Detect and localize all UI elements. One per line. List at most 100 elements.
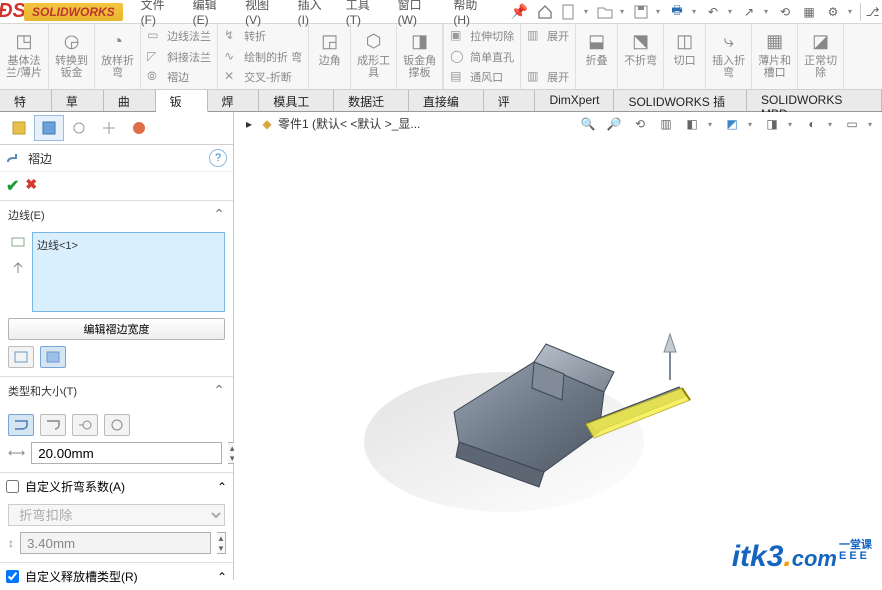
cmd-hem[interactable]: ⦾褶边 [147, 67, 189, 87]
cmd-normalcut[interactable]: ◪正常切 除 [798, 24, 844, 89]
tab-feature[interactable]: 特征 [0, 90, 52, 111]
reverse-icon[interactable] [8, 258, 28, 278]
cmd-edgeflange[interactable]: ▭边线法兰 [147, 26, 211, 46]
print-icon[interactable]: 🖶 [668, 3, 686, 21]
chevron-up-icon[interactable]: ⌃ [213, 382, 225, 399]
fm-tab-feature[interactable] [4, 115, 34, 141]
feature-tabbar [0, 112, 233, 145]
cmd-unfoldgrp: ▥展开 ▥展开 [521, 24, 576, 89]
bend-dim-icon: ↕ [8, 536, 14, 550]
cmd-convert[interactable]: ◶转换到 钣金 [49, 24, 95, 89]
options-doc-icon[interactable]: ▦ [800, 3, 818, 21]
cmd-sheetgusset[interactable]: ◨钣金角 撑板 [397, 24, 443, 89]
hemtype-open[interactable] [40, 414, 66, 436]
cmd-flanges: ▭边线法兰 ◸斜接法兰 ⦾褶边 [141, 24, 218, 89]
tab-sketch[interactable]: 草图 [52, 90, 104, 111]
cmd-fold[interactable]: ⬓折叠 [576, 24, 618, 89]
hemtype-teardrop[interactable] [72, 414, 98, 436]
material-inside-toggle[interactable] [8, 346, 34, 368]
menu-tool[interactable]: 工具(T) [346, 0, 384, 27]
app-brand: SOLIDWORKS [24, 3, 123, 21]
cmd-nofold[interactable]: ⬔不折弯 [618, 24, 664, 89]
fm-tab-config[interactable] [64, 115, 94, 141]
graphics-viewport[interactable]: ▸ ◆ 零件1 (默认< <默认 >_显... 🔍 🔎 ⟲ ▥ ◧▾ ◩▾ ◨▾… [234, 112, 882, 580]
chevron-up-icon[interactable]: ⌃ [217, 480, 227, 494]
pm-feature-name: 褶边 [28, 150, 203, 167]
tab-moldtool[interactable]: 模具工具 [259, 90, 334, 111]
model-render [234, 112, 882, 580]
pin-icon[interactable]: 📌 [511, 3, 528, 20]
cmd-ventilate[interactable]: ▤通风口 [450, 67, 503, 87]
cmd-baseflange[interactable]: ◳基体法 兰/薄片 [0, 24, 49, 89]
logo-mark: ƉS [0, 2, 24, 22]
fm-tab-appearance[interactable] [124, 115, 154, 141]
cmd-cut[interactable]: ◫切口 [664, 24, 706, 89]
hem-length-input[interactable] [31, 442, 222, 464]
settings-icon[interactable]: ⚙ [824, 3, 842, 21]
hemtype-closed[interactable] [8, 414, 34, 436]
cmd-extrudedcut[interactable]: ▣拉伸切除 [450, 26, 514, 46]
chevron-up-icon[interactable]: ⌃ [217, 570, 227, 584]
select-icon[interactable]: ↗ [740, 3, 758, 21]
section-relief-header: 自定义释放槽类型(R) [25, 568, 211, 585]
selected-edge-item[interactable]: 边线<1> [37, 237, 220, 253]
cancel-icon[interactable]: ✖ [25, 176, 37, 196]
menu-file[interactable]: 文件(F) [141, 0, 179, 27]
menu-help[interactable]: 帮助(H) [453, 0, 492, 27]
section-type-header[interactable]: 类型和大小(T) [8, 383, 213, 399]
cmd-bends: ↯转折 ∿绘制的折 弯 ✕交叉-折断 [218, 24, 309, 89]
custom-relief-checkbox[interactable] [6, 570, 19, 583]
cmd-formingtool[interactable]: ⬡成形工 具 [351, 24, 397, 89]
fm-tab-propertymgr[interactable] [34, 115, 64, 141]
cmd-unfold2[interactable]: ▥展开 [527, 67, 569, 87]
chevron-up-icon[interactable]: ⌃ [213, 206, 225, 223]
edit-hemwidth-button[interactable]: 编辑褶边宽度 [8, 318, 225, 340]
material-outside-toggle[interactable] [40, 346, 66, 368]
cmd-sketchedbend[interactable]: ∿绘制的折 弯 [224, 47, 302, 67]
section-edges-header[interactable]: 边线(E) [8, 207, 213, 223]
tab-swaddin[interactable]: SOLIDWORKS 插件 [614, 90, 747, 111]
cmd-flatbreak[interactable]: ▦薄片和 槽口 [752, 24, 798, 89]
edge-picker-icon[interactable] [8, 232, 28, 252]
cmd-simplehole[interactable]: ◯简单直孔 [450, 47, 514, 67]
tab-swmbd[interactable]: SOLIDWORKS MBD [747, 90, 882, 111]
tab-weldment[interactable]: 焊件 [208, 90, 260, 111]
tab-evaluate[interactable]: 评估 [484, 90, 536, 111]
bend-value-input[interactable] [20, 532, 211, 554]
tab-directedit[interactable]: 直接编辑 [409, 90, 484, 111]
new-doc-icon[interactable] [560, 3, 578, 21]
menu-edit[interactable]: 编辑(E) [193, 0, 232, 27]
cmd-loftbend[interactable]: ◔放样折 弯 [95, 24, 141, 89]
cmd-corner[interactable]: ◲边角 [309, 24, 351, 89]
tab-sheetmetal[interactable]: 钣金 [156, 90, 208, 112]
save-icon[interactable] [632, 3, 650, 21]
hemtype-rolled[interactable] [104, 414, 130, 436]
tab-surface[interactable]: 曲面 [104, 90, 156, 111]
tab-dimxpert[interactable]: DimXpert [535, 90, 614, 111]
cmd-insertbend[interactable]: ⤷插入折 弯 [706, 24, 752, 89]
section-bendallow-header: 自定义折弯系数(A) [25, 478, 211, 495]
home-icon[interactable] [536, 3, 554, 21]
undo-icon[interactable]: ↶ [704, 3, 722, 21]
ok-icon[interactable]: ✔ [6, 176, 19, 196]
help-icon[interactable]: ? [209, 149, 227, 167]
cmd-crossbreak[interactable]: ✕交叉-折断 [224, 67, 292, 87]
command-tabs: 特征 草图 曲面 钣金 焊件 模具工具 数据迁移 直接编辑 评估 DimXper… [0, 90, 882, 112]
fm-tab-dimxpert[interactable] [94, 115, 124, 141]
cmd-unfold1[interactable]: ▥展开 [527, 26, 569, 46]
menu-window[interactable]: 窗口(W) [398, 0, 440, 27]
tab-datamigrate[interactable]: 数据迁移 [334, 90, 409, 111]
cmd-miterflange[interactable]: ◸斜接法兰 [147, 47, 211, 67]
bend-allowance-type-select[interactable]: 折弯扣除 [8, 504, 225, 526]
search-icon[interactable]: ⎇ [860, 3, 878, 21]
edges-selection-list[interactable]: 边线<1> [32, 232, 225, 312]
bend-value-spinner[interactable]: ▲▼ [217, 532, 226, 554]
open-icon[interactable] [596, 3, 614, 21]
cmd-cuts: ▣拉伸切除 ◯简单直孔 ▤通风口 [443, 24, 521, 89]
rebuild-icon[interactable]: ⟲ [776, 3, 794, 21]
cmd-jog[interactable]: ↯转折 [224, 26, 266, 46]
custom-bend-checkbox[interactable] [6, 480, 19, 493]
menu-view[interactable]: 视图(V) [245, 0, 284, 27]
menu-insert[interactable]: 插入(I) [298, 0, 332, 27]
quick-access-toolbar: ▾ ▾ ▾ 🖶▾ ↶▾ ↗▾ ⟲ ▦ ⚙▾ ⎇ [536, 3, 878, 21]
